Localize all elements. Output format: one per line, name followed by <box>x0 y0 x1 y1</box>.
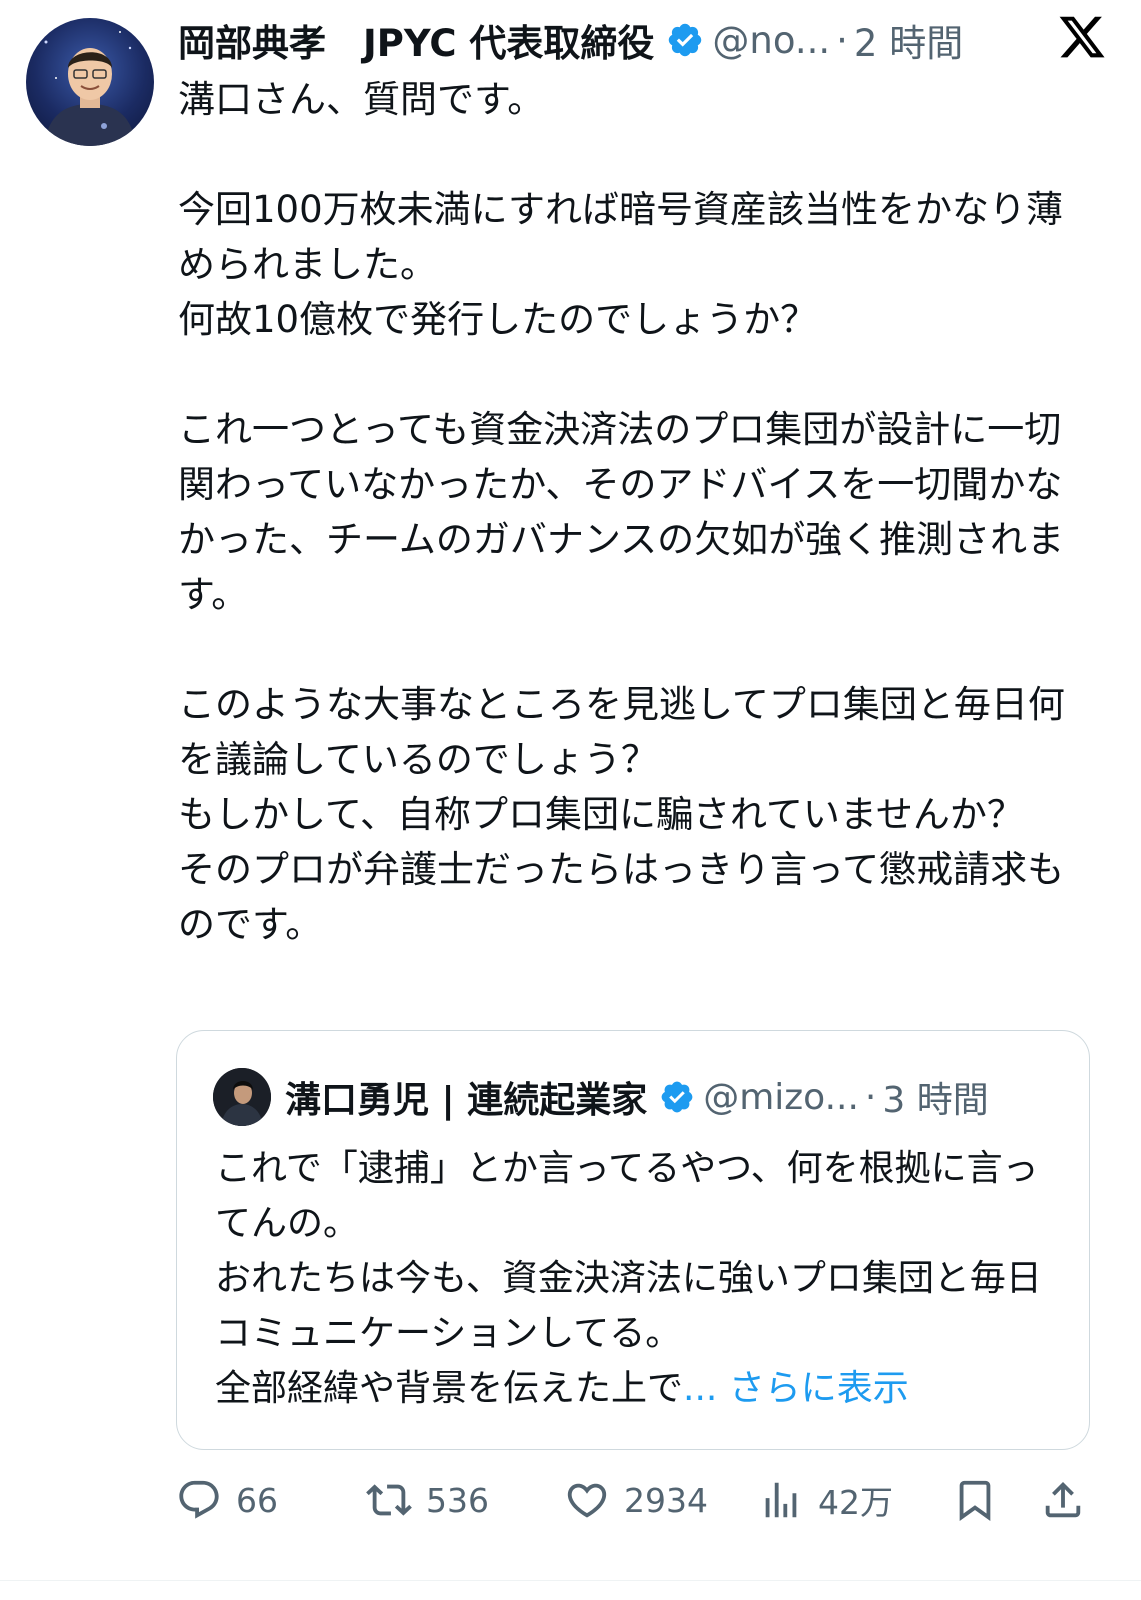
x-logo-icon <box>1059 16 1105 58</box>
tweet-paragraph: もしかして、自称プロ集団に騙されていませんか？ <box>178 793 1024 836</box>
verified-badge-icon <box>661 1081 693 1113</box>
meta-separator: · <box>864 1076 877 1118</box>
quoted-tweet-header: 溝口勇児 | 連続起業家 @mizo... · 3 時間 <box>213 1067 1069 1127</box>
tweet-header: 岡部典孝 JPYC 代表取締役 @no... · 2 時間 <box>178 10 1121 70</box>
show-more-link[interactable]: ... さらに表示 <box>683 1368 909 1409</box>
author-avatar-image <box>44 31 136 146</box>
quoted-author-handle: @mizo... <box>703 1076 859 1118</box>
author-avatar[interactable] <box>26 18 154 146</box>
tweet-paragraph: 何故10億枚で発行したのでしょうか？ <box>178 298 818 341</box>
like-icon <box>567 1483 607 1518</box>
share-button[interactable] <box>1040 1470 1100 1530</box>
quoted-tweet-timestamp: 3 時間 <box>882 1080 989 1121</box>
verified-badge-icon <box>669 23 702 57</box>
tweet-body: 溝口さん、質問です。 今回100万枚未満にすれば暗号資産該当性をかなり薄められま… <box>178 72 1078 952</box>
bookmark-button[interactable] <box>952 1470 1012 1530</box>
quoted-tweet-card[interactable]: 溝口勇児 | 連続起業家 @mizo... · 3 時間 これで「逮捕」とか言っ… <box>176 1030 1090 1450</box>
like-count: 2934 <box>624 1480 708 1520</box>
author-handle[interactable]: @no... <box>712 19 830 62</box>
retweet-button[interactable]: 536 <box>366 1470 489 1530</box>
views-button[interactable]: 42万 <box>758 1470 893 1530</box>
tweet-paragraph: これ一つとっても資金決済法のプロ集団が設計に一切関わっていなかったか、そのアドバ… <box>178 408 1065 616</box>
action-bar: 66 536 2934 42万 <box>176 1470 1106 1530</box>
quoted-tweet-line-last: 全部経緯や背景を伝えた上で... さらに表示 <box>215 1361 1045 1416</box>
retweet-count: 536 <box>426 1480 489 1520</box>
quoted-tweet-body: これで「逮捕」とか言ってるやつ、何を根拠に言ってんの。 おれたちは今も、資金決済… <box>215 1141 1045 1416</box>
tweet-timestamp[interactable]: 2 時間 <box>854 13 963 67</box>
retweet-icon <box>366 1484 412 1516</box>
bookmark-icon <box>959 1480 991 1521</box>
tweet-paragraph: 今回100万枚未満にすれば暗号資産該当性をかなり薄められました。 <box>178 188 1063 286</box>
tweet-paragraph: このような大事なところを見逃してプロ集団と毎日何を議論しているのでしょう？ <box>178 683 1065 781</box>
quoted-author-avatar <box>213 1068 271 1126</box>
reply-button[interactable]: 66 <box>176 1470 278 1530</box>
quoted-tweet-truncated-text: 全部経緯や背景を伝えた上で <box>215 1368 684 1409</box>
meta-separator: · <box>836 18 848 62</box>
quoted-tweet-line: おれたちは今も、資金決済法に強いプロ集団と毎日コミュニケーションしてる。 <box>215 1258 1042 1354</box>
reply-icon <box>179 1480 219 1519</box>
views-icon <box>765 1482 797 1518</box>
like-button[interactable]: 2934 <box>564 1470 708 1530</box>
quoted-author-name: 溝口勇児 | 連続起業家 <box>285 1080 648 1121</box>
quoted-tweet-line: これで「逮捕」とか言ってるやつ、何を根拠に言ってんの。 <box>215 1148 1039 1244</box>
tweet-paragraph: 溝口さん、質問です。 <box>178 78 545 121</box>
quoted-author-avatar-image <box>213 1068 271 1126</box>
bottom-divider <box>0 1580 1141 1581</box>
tweet-paragraph: そのプロが弁護士だったらはっきり言って懲戒請求ものです。 <box>178 848 1065 946</box>
share-icon <box>1045 1481 1081 1518</box>
views-count: 42万 <box>818 1483 893 1522</box>
author-name[interactable]: 岡部典孝 JPYC 代表取締役 <box>178 13 654 67</box>
reply-count: 66 <box>236 1480 278 1520</box>
